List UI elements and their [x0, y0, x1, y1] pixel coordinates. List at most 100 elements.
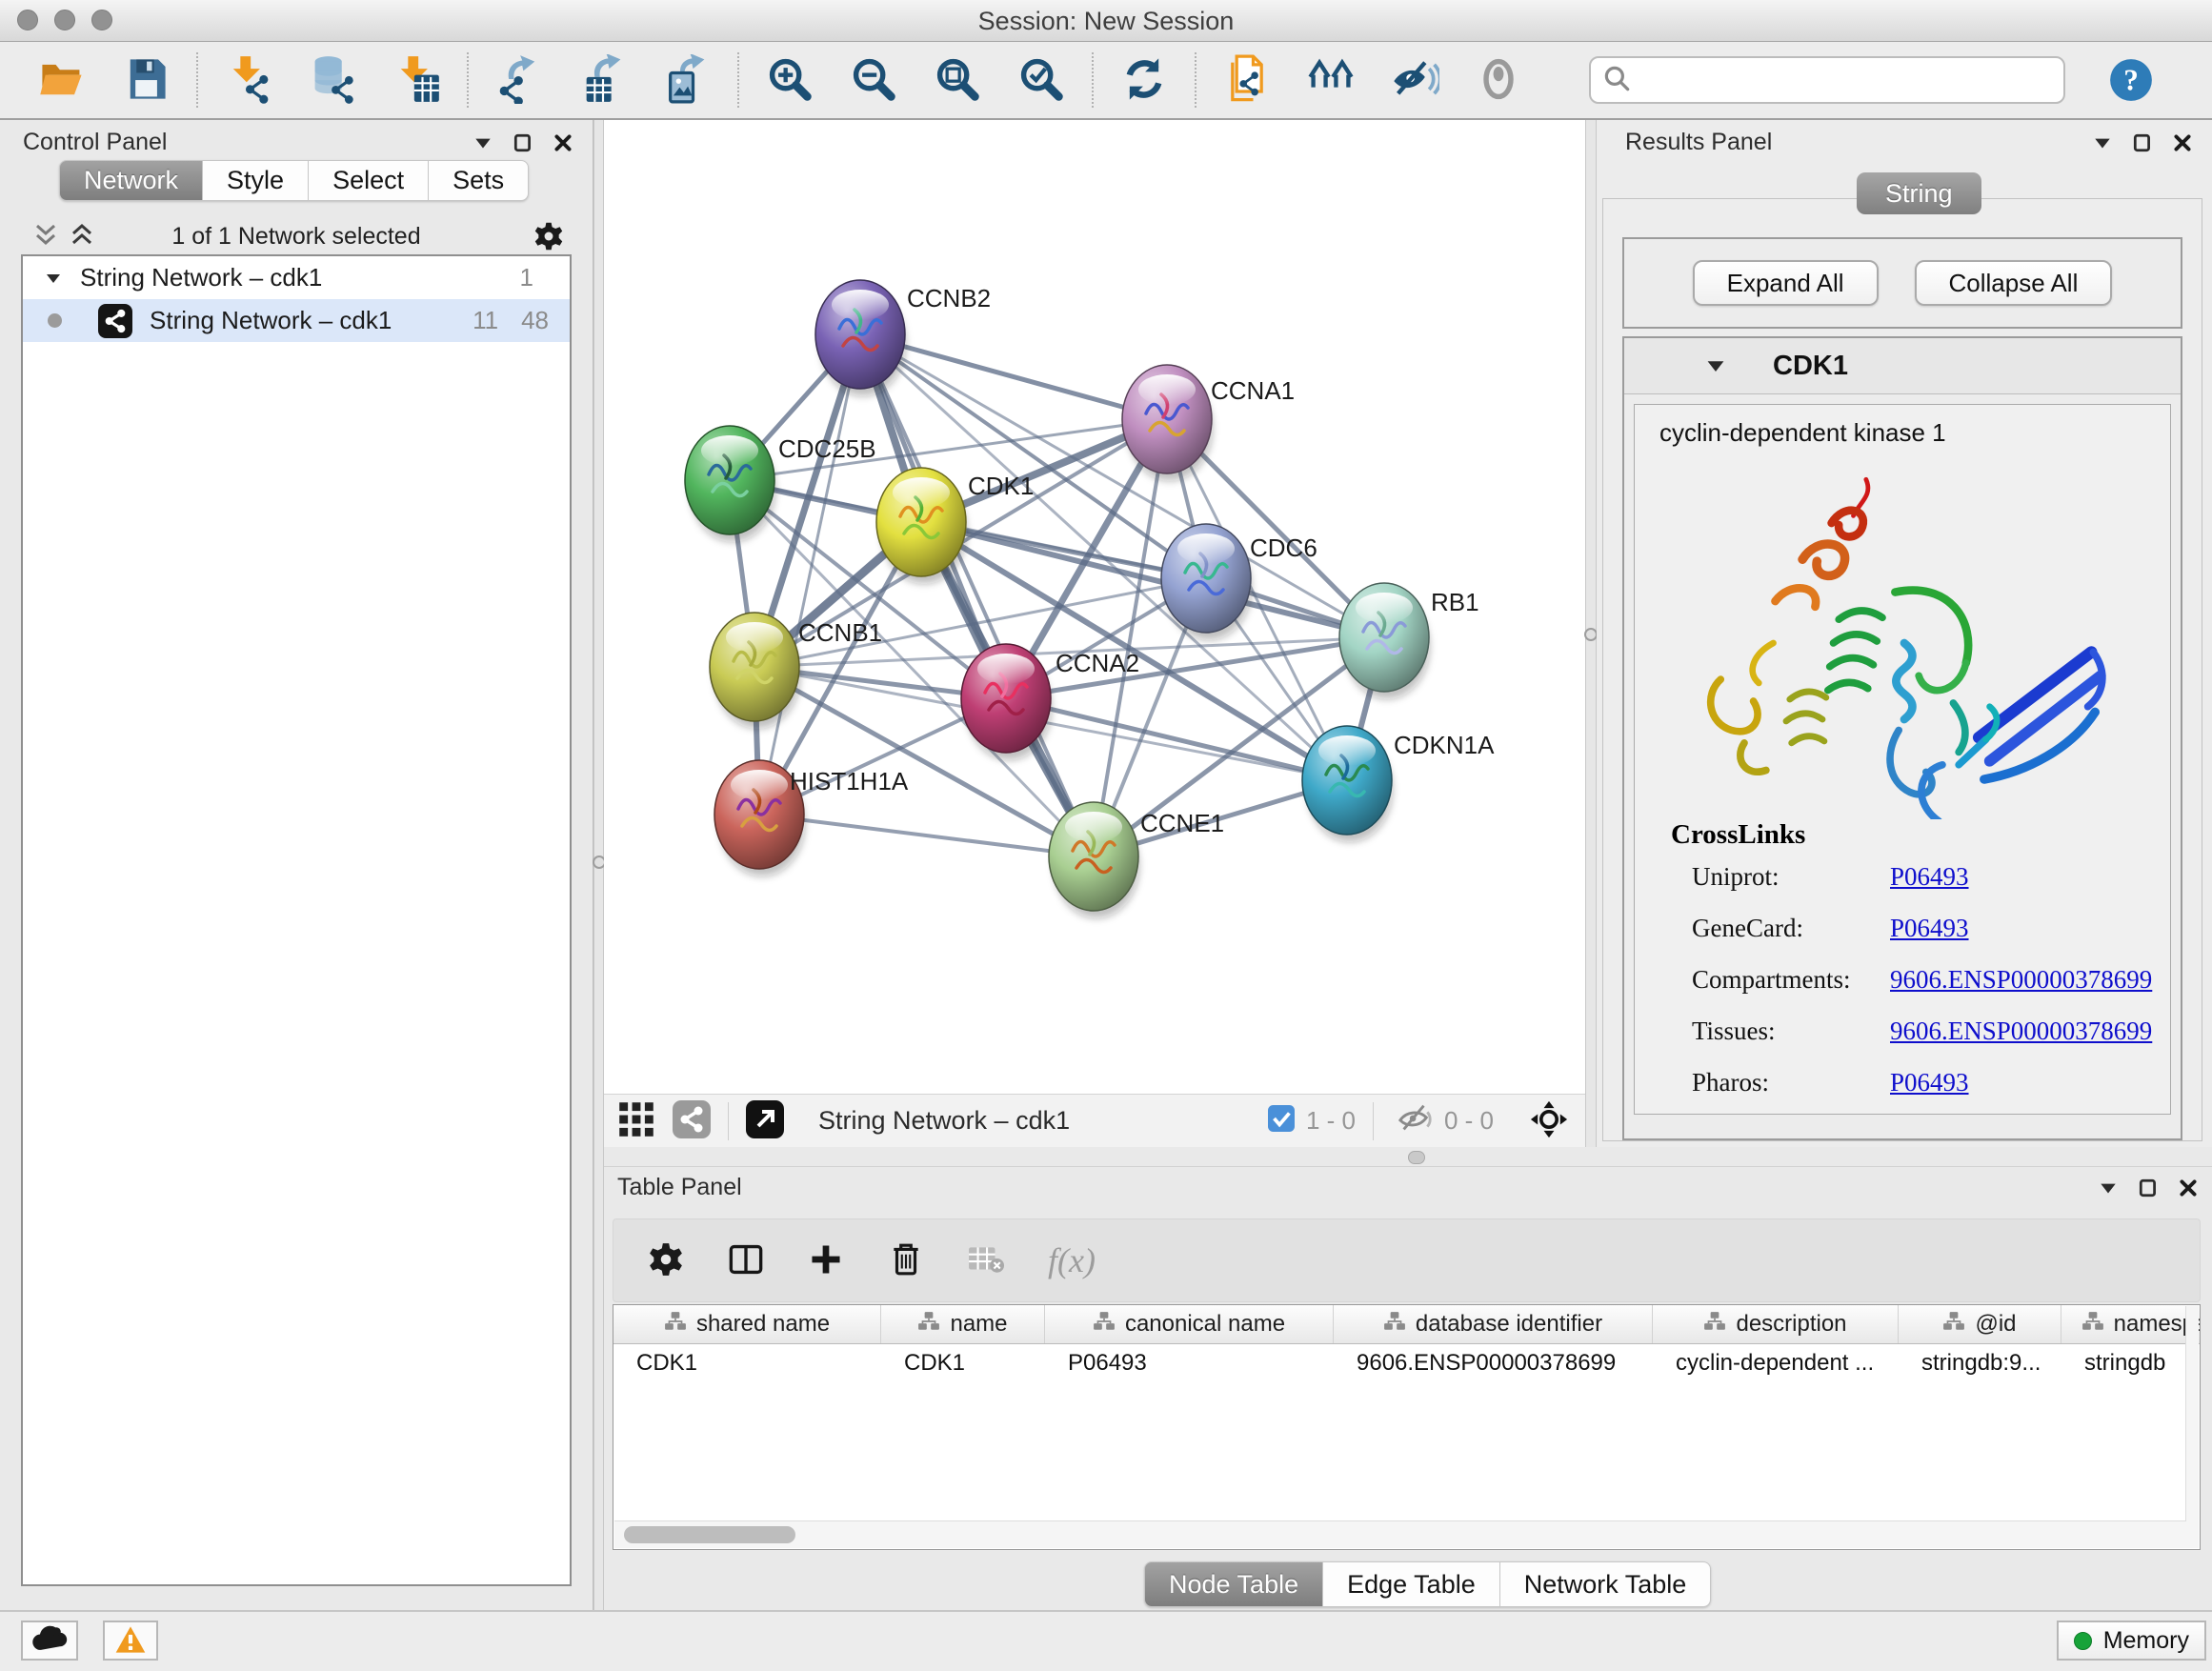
- zoom-in-button[interactable]: [763, 53, 816, 107]
- table-options-gear-button[interactable]: [648, 1241, 684, 1280]
- close-panel-button[interactable]: [553, 132, 573, 153]
- network-node-CCNE1[interactable]: [1049, 802, 1139, 918]
- column-header-name[interactable]: name: [881, 1305, 1045, 1343]
- crosslink-link[interactable]: P06493: [1890, 862, 1969, 892]
- column-header-shared-name[interactable]: shared name: [613, 1305, 881, 1343]
- network-badge-icon[interactable]: [673, 1100, 711, 1141]
- import-table-button[interactable]: [390, 53, 443, 107]
- panel-menu-button[interactable]: [473, 132, 493, 153]
- crosslink-link[interactable]: 9606.ENSP00000378699: [1890, 965, 2152, 995]
- float-panel-button[interactable]: [2132, 132, 2153, 153]
- close-panel-button[interactable]: [2172, 132, 2193, 153]
- table-vertical-scrollbar[interactable]: [2185, 1306, 2199, 1548]
- folder-open-button[interactable]: [35, 53, 89, 107]
- column-header-description[interactable]: description: [1653, 1305, 1899, 1343]
- warnings-button[interactable]: [103, 1621, 158, 1661]
- network-collection-row[interactable]: String Network – cdk1 1: [23, 256, 570, 299]
- network-node-CDC25B[interactable]: [685, 426, 775, 542]
- tab-node-table[interactable]: Node Table: [1144, 1561, 1323, 1607]
- zoom-fit-icon: [933, 54, 982, 107]
- show-columns-button[interactable]: [728, 1241, 764, 1280]
- collection-caret-icon[interactable]: [44, 269, 63, 288]
- string-document-button[interactable]: [1220, 53, 1274, 107]
- refresh-icon: [1119, 54, 1169, 107]
- network-node-CDK1[interactable]: [876, 468, 967, 584]
- column-header-canonical-name[interactable]: canonical name: [1045, 1305, 1334, 1343]
- horizontal-splitter[interactable]: [604, 1147, 2212, 1166]
- first-neighbors-button[interactable]: [1304, 53, 1357, 107]
- save-button[interactable]: [119, 53, 172, 107]
- first-neighbors-icon: [1306, 54, 1356, 107]
- selected-checkbox-icon[interactable]: [1268, 1105, 1295, 1137]
- crosslink-link[interactable]: P06493: [1890, 914, 1969, 943]
- collapse-all-button[interactable]: Collapse All: [1915, 260, 2113, 306]
- tab-style[interactable]: Style: [203, 160, 309, 201]
- memory-button[interactable]: Memory: [2057, 1621, 2206, 1661]
- float-panel-button[interactable]: [2138, 1178, 2159, 1198]
- close-panel-button[interactable]: [2178, 1178, 2199, 1198]
- toolbar-group: [11, 53, 196, 107]
- network-node-RB1[interactable]: [1339, 583, 1430, 699]
- tab-string[interactable]: String: [1857, 172, 1981, 214]
- control-panel-title: Control Panel: [23, 129, 167, 156]
- zoom-selected-button[interactable]: [1015, 53, 1068, 107]
- column-header-@id[interactable]: @id: [1899, 1305, 2061, 1343]
- export-network-button[interactable]: [493, 53, 546, 107]
- right-splitter[interactable]: [1585, 120, 1597, 1147]
- network-node-CCNB1[interactable]: [710, 613, 800, 729]
- cloud-status-button[interactable]: [21, 1621, 78, 1661]
- network-options-gear-button[interactable]: [533, 221, 564, 256]
- left-splitter[interactable]: [593, 120, 604, 1610]
- column-label: description: [1736, 1311, 1846, 1338]
- crosslink-link[interactable]: P06493: [1890, 1068, 1969, 1097]
- zoom-out-button[interactable]: [847, 53, 900, 107]
- network-node-CCNA2[interactable]: [961, 644, 1052, 760]
- tab-sets[interactable]: Sets: [429, 160, 529, 201]
- detach-view-button[interactable]: [746, 1100, 784, 1141]
- network-node-CCNB2[interactable]: [815, 280, 906, 396]
- network-node-CCNA1[interactable]: [1122, 365, 1213, 481]
- help-button[interactable]: ?: [2107, 56, 2155, 104]
- table-row[interactable]: CDK1CDK1P064939606.ENSP00000378699cyclin…: [613, 1344, 2200, 1382]
- expand-all-button[interactable]: Expand All: [1693, 260, 1879, 306]
- hide-selected-button[interactable]: [1388, 53, 1441, 107]
- scrollbar-thumb[interactable]: [624, 1526, 795, 1543]
- import-network-button[interactable]: [222, 53, 275, 107]
- network-canvas[interactable]: CCNB2CCNA1CDC25BCDK1CDC6RB1CCNB1CCNA2CDK…: [604, 120, 1585, 1094]
- panel-menu-button[interactable]: [2098, 1178, 2119, 1198]
- table-horizontal-scrollbar[interactable]: [614, 1520, 2186, 1548]
- grid-view-button[interactable]: [617, 1100, 654, 1141]
- network-graph[interactable]: CCNB2CCNA1CDC25BCDK1CDC6RB1CCNB1CCNA2CDK…: [604, 120, 1585, 1094]
- add-column-button[interactable]: [808, 1241, 844, 1280]
- export-table-button[interactable]: [576, 53, 630, 107]
- search-input[interactable]: [1633, 60, 2054, 100]
- right-splitter-handle[interactable]: [1584, 628, 1598, 641]
- tab-edge-table[interactable]: Edge Table: [1323, 1561, 1500, 1607]
- crosslink-link[interactable]: 9606.ENSP00000378699: [1890, 1017, 2152, 1046]
- function-builder-button[interactable]: f(x): [1048, 1240, 1096, 1280]
- delete-column-button[interactable]: [888, 1241, 924, 1280]
- import-database-button[interactable]: [306, 53, 359, 107]
- crosslinks-title: CrossLinks: [1671, 819, 2170, 851]
- tab-network[interactable]: Network: [59, 160, 203, 201]
- refresh-button[interactable]: [1117, 53, 1171, 107]
- zoom-in-icon: [765, 54, 814, 107]
- panel-menu-button[interactable]: [2092, 132, 2113, 153]
- birdseye-navigator-button[interactable]: [1530, 1100, 1568, 1141]
- tab-network-table[interactable]: Network Table: [1500, 1561, 1712, 1607]
- zoom-fit-button[interactable]: [931, 53, 984, 107]
- show-all-button[interactable]: [1472, 53, 1525, 107]
- export-image-button[interactable]: [660, 53, 714, 107]
- column-header-namespac[interactable]: namespac: [2061, 1305, 2201, 1343]
- horizontal-splitter-handle[interactable]: [1408, 1151, 1425, 1164]
- network-node-CDKN1A[interactable]: [1302, 726, 1393, 842]
- hide-selected-icon: [1390, 54, 1439, 107]
- collapse-caret-icon[interactable]: [1704, 354, 1727, 377]
- tab-select[interactable]: Select: [309, 160, 429, 201]
- network-item-row[interactable]: String Network – cdk1 11 48: [23, 299, 570, 342]
- float-panel-button[interactable]: [513, 132, 533, 153]
- column-header-database-identifier[interactable]: database identifier: [1334, 1305, 1653, 1343]
- node-details-header[interactable]: CDK1: [1624, 338, 2181, 394]
- column-label: canonical name: [1125, 1311, 1285, 1338]
- table-cell: stringdb: [2061, 1350, 2201, 1377]
